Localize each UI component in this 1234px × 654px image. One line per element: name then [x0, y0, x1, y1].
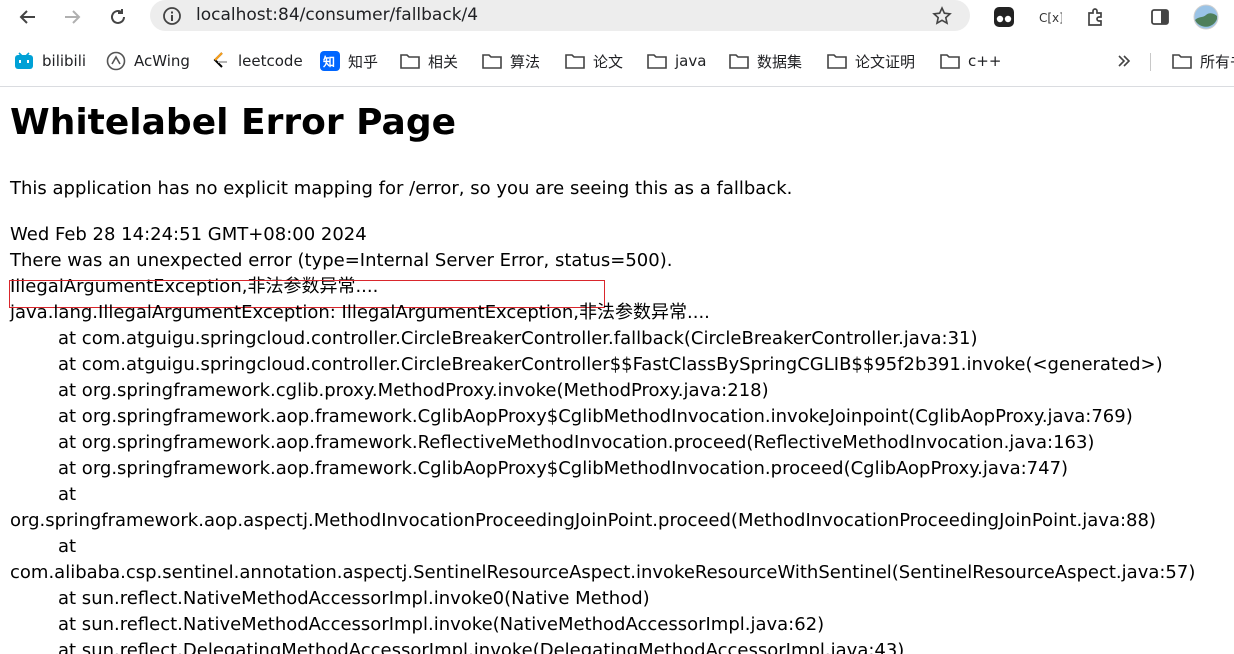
double-chevron-right-icon: [1114, 51, 1134, 71]
side-panel-icon: [1151, 9, 1169, 25]
bookmark-label: 算法: [510, 52, 541, 71]
extensions-button[interactable]: [1082, 3, 1110, 31]
stack-trace-line: at sun.reflect.NativeMethodAccessorImpl.…: [58, 614, 825, 635]
bookmark-folder-lunwenzhengming[interactable]: 论文证明: [827, 50, 915, 72]
folder-icon: [647, 51, 667, 71]
page-title: Whitelabel Error Page: [10, 102, 457, 143]
error-timestamp: Wed Feb 28 14:24:51 GMT+08:00 2024: [10, 224, 367, 245]
folder-icon: [729, 51, 749, 71]
bookmark-label: AcWing: [134, 52, 190, 70]
bilibili-icon: [14, 51, 34, 71]
stack-trace-line: at org.springframework.aop.framework.Cgl…: [58, 406, 1133, 427]
folder-icon: [565, 51, 585, 71]
error-summary: There was an unexpected error (type=Inte…: [10, 250, 673, 271]
bookmark-folder-lunwen[interactable]: 论文: [565, 50, 623, 72]
bookmark-bilibili[interactable]: bilibili: [14, 50, 86, 72]
stack-trace-line: at sun.reflect.DelegatingMethodAccessorI…: [58, 640, 905, 654]
bookmarks-bar: bilibili AcWing leetcode 知 知乎 相关 算法 论文 j…: [0, 44, 1234, 78]
avatar-icon: [1193, 4, 1219, 30]
svg-text:知: 知: [322, 54, 335, 69]
folder-icon: [940, 51, 960, 71]
bookmark-label: 知乎: [348, 52, 379, 71]
stack-trace-line: at com.atguigu.springcloud.controller.Ci…: [58, 354, 1163, 375]
side-panel-button[interactable]: [1146, 3, 1174, 31]
stack-trace-line: org.springframework.aop.aspectj.MethodIn…: [10, 510, 1156, 531]
extension-toolbar-icon[interactable]: [990, 3, 1018, 31]
site-info-icon[interactable]: [160, 4, 184, 28]
bookmark-folder-java[interactable]: java: [647, 50, 706, 72]
stack-trace-line: at: [58, 536, 77, 557]
browser-toolbar: localhost:84/consumer/fallback/4 C[x]: [0, 0, 1234, 34]
stack-trace-line: at org.springframework.aop.framework.Ref…: [58, 432, 1095, 453]
reload-icon: [111, 9, 125, 24]
arrow-left-icon: [19, 10, 35, 24]
bookmarks-overflow-button[interactable]: [1114, 50, 1142, 72]
bookmark-folder-suanfa[interactable]: 算法: [482, 50, 540, 72]
arrow-right-icon: [65, 10, 81, 24]
page-content: Whitelabel Error Page This application h…: [0, 87, 1234, 654]
bookmark-folder-cpp[interactable]: c++: [940, 50, 1001, 72]
bookmark-acwing[interactable]: AcWing: [106, 50, 190, 72]
folder-icon: [1172, 51, 1192, 71]
profile-avatar[interactable]: [1192, 3, 1220, 31]
bookmark-label: c++: [968, 52, 1002, 70]
bookmark-all-bookmarks[interactable]: 所有书签: [1172, 50, 1234, 72]
error-description: This application has no explicit mapping…: [10, 178, 793, 199]
folder-icon: [400, 51, 420, 71]
bookmark-label: 论文证明: [855, 52, 916, 71]
puzzle-icon: [1088, 8, 1102, 26]
folder-icon: [827, 51, 847, 71]
svg-text:C[x]: C[x]: [1039, 11, 1062, 25]
bookmark-star-icon[interactable]: [930, 4, 954, 28]
zhihu-icon: 知: [320, 51, 340, 71]
leetcode-icon: [210, 51, 230, 71]
stack-trace-line: at com.atguigu.springcloud.controller.Ci…: [58, 328, 978, 349]
bookmark-label: 相关: [428, 52, 459, 71]
stack-trace-line: at: [58, 484, 77, 505]
stack-trace-line: at sun.reflect.NativeMethodAccessorImpl.…: [58, 588, 650, 609]
bookmark-folder-xiangguan[interactable]: 相关: [400, 50, 458, 72]
stack-trace-line: java.lang.IllegalArgumentException: Ille…: [10, 302, 710, 323]
browser-chrome: localhost:84/consumer/fallback/4 C[x] bi…: [0, 0, 1234, 87]
stack-trace-line: at org.springframework.cglib.proxy.Metho…: [58, 380, 769, 401]
formula-extension-icon: C[x]: [1039, 11, 1062, 25]
bookmark-folder-shujuji[interactable]: 数据集: [729, 50, 802, 72]
bookmarks-separator: [1150, 53, 1151, 71]
acwing-icon: [106, 51, 126, 71]
bookmark-zhihu[interactable]: 知 知乎: [320, 50, 378, 72]
bookmark-label: bilibili: [42, 52, 87, 70]
reload-button[interactable]: [104, 3, 132, 31]
tampermonkey-icon: [994, 7, 1014, 27]
address-bar[interactable]: localhost:84/consumer/fallback/4: [150, 0, 970, 31]
bookmark-label: java: [675, 52, 707, 70]
bookmark-label: 数据集: [757, 52, 803, 71]
stack-trace-line: com.alibaba.csp.sentinel.annotation.aspe…: [10, 562, 1196, 583]
url-text[interactable]: localhost:84/consumer/fallback/4: [196, 4, 478, 26]
stack-trace-line: at org.springframework.aop.framework.Cgl…: [58, 458, 1069, 479]
forward-button[interactable]: [58, 3, 86, 31]
bookmark-label: 所有书签: [1200, 52, 1234, 71]
bookmark-leetcode[interactable]: leetcode: [210, 50, 303, 72]
bookmark-label: 论文: [593, 52, 624, 71]
extension-cx-icon[interactable]: C[x]: [1036, 3, 1064, 31]
back-button[interactable]: [14, 3, 42, 31]
folder-icon: [482, 51, 502, 71]
bookmark-label: leetcode: [238, 52, 303, 70]
